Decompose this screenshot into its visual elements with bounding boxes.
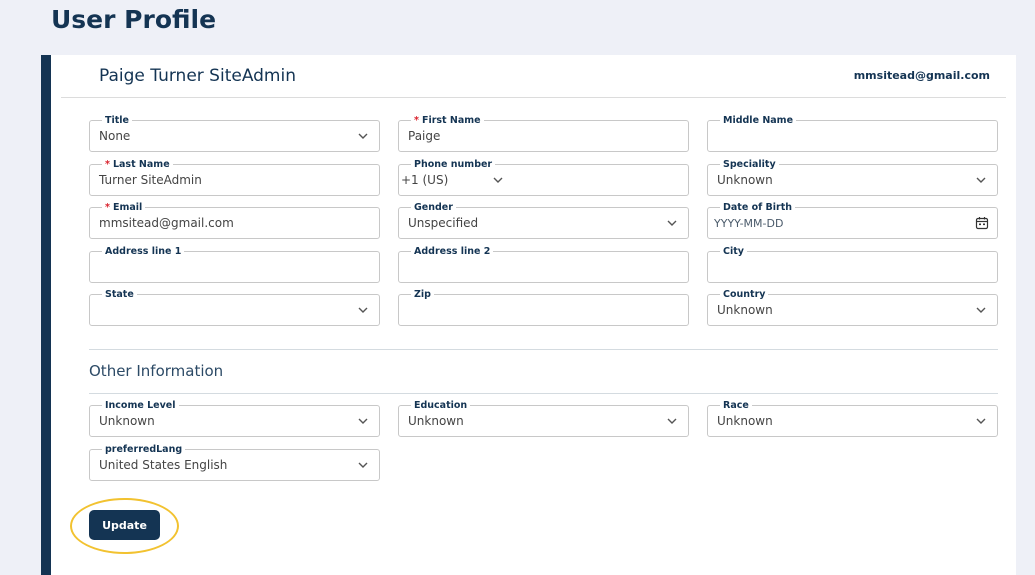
city-label: City	[720, 246, 747, 257]
chevron-down-icon	[976, 418, 986, 424]
address-line-1-input[interactable]: Address line 1	[89, 246, 380, 283]
country-value: Unknown	[717, 303, 773, 317]
calendar-icon[interactable]	[975, 216, 989, 230]
chevron-down-icon	[358, 133, 368, 139]
speciality-label: Speciality	[720, 159, 779, 170]
gender-value: Unspecified	[408, 216, 479, 230]
speciality-select[interactable]: Speciality Unknown	[707, 159, 998, 196]
city-input[interactable]: City	[707, 246, 998, 283]
user-email: mmsitead@gmail.com	[853, 69, 990, 82]
email-value: mmsitead@gmail.com	[99, 216, 234, 230]
last-name-label: Last Name	[112, 159, 170, 170]
first-name-value: Paige	[408, 129, 441, 143]
country-select[interactable]: Country Unknown	[707, 289, 998, 326]
address-line-2-input[interactable]: Address line 2	[398, 246, 689, 283]
state-select[interactable]: State	[89, 289, 380, 326]
other-information-title: Other Information	[89, 362, 224, 380]
phone-number-field[interactable]: Phone number +1 (US)	[398, 159, 689, 196]
user-name: Paige Turner SiteAdmin	[99, 66, 296, 86]
chevron-down-icon	[358, 418, 368, 424]
zip-label: Zip	[411, 289, 434, 300]
title-label: Title	[102, 115, 132, 126]
page-title: User Profile	[51, 5, 217, 34]
title-select[interactable]: Title None	[89, 115, 380, 152]
required-asterisk: *	[105, 202, 110, 213]
chevron-down-icon	[358, 462, 368, 468]
preferred-language-label: preferredLang	[102, 444, 186, 455]
middle-name-label: Middle Name	[720, 115, 797, 126]
phone-label: Phone number	[411, 159, 496, 170]
required-asterisk: *	[105, 159, 110, 170]
middle-name-input[interactable]: Middle Name	[707, 115, 998, 152]
section-divider	[89, 393, 998, 394]
address-line-1-label: Address line 1	[102, 246, 185, 257]
income-level-select[interactable]: Income Level Unknown	[89, 400, 380, 437]
first-name-label: First Name	[421, 115, 481, 126]
title-value: None	[99, 129, 131, 143]
chevron-down-icon[interactable]	[492, 176, 504, 184]
update-button[interactable]: Update	[89, 510, 160, 540]
address-line-2-label: Address line 2	[411, 246, 494, 257]
date-of-birth-placeholder: YYYY-MM-DD	[714, 217, 784, 230]
preferred-language-value: United States English	[99, 458, 228, 472]
chevron-down-icon	[667, 418, 677, 424]
gender-select[interactable]: Gender Unspecified	[398, 202, 689, 239]
card-header: Paige Turner SiteAdmin mmsitead@gmail.co…	[61, 55, 1006, 98]
section-divider	[89, 349, 998, 350]
race-value: Unknown	[717, 414, 773, 428]
zip-input[interactable]: Zip	[398, 289, 689, 326]
profile-card: Paige Turner SiteAdmin mmsitead@gmail.co…	[41, 55, 1016, 575]
phone-country-code[interactable]: +1 (US)	[401, 173, 448, 187]
email-label: Email	[112, 202, 143, 213]
country-label: Country	[720, 289, 769, 300]
email-field[interactable]: * Email mmsitead@gmail.com	[89, 202, 380, 239]
race-select[interactable]: Race Unknown	[707, 400, 998, 437]
chevron-down-icon	[667, 220, 677, 226]
gender-label: Gender	[411, 202, 456, 213]
income-level-label: Income Level	[102, 400, 179, 411]
education-label: Education	[411, 400, 471, 411]
race-label: Race	[720, 400, 752, 411]
last-name-input[interactable]: * Last Name Turner SiteAdmin	[89, 159, 380, 196]
chevron-down-icon	[976, 177, 986, 183]
last-name-value: Turner SiteAdmin	[99, 173, 202, 187]
required-asterisk: *	[414, 115, 419, 126]
date-of-birth-input[interactable]: Date of Birth YYYY-MM-DD	[707, 202, 998, 239]
first-name-input[interactable]: * First Name Paige	[398, 115, 689, 152]
chevron-down-icon	[976, 307, 986, 313]
speciality-value: Unknown	[717, 173, 773, 187]
preferred-language-select[interactable]: preferredLang United States English	[89, 444, 380, 481]
education-select[interactable]: Education Unknown	[398, 400, 689, 437]
date-of-birth-label: Date of Birth	[720, 202, 796, 213]
income-level-value: Unknown	[99, 414, 155, 428]
chevron-down-icon	[358, 307, 368, 313]
state-label: State	[102, 289, 137, 300]
education-value: Unknown	[408, 414, 464, 428]
